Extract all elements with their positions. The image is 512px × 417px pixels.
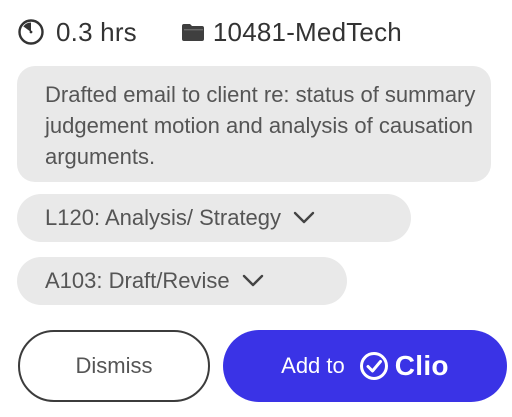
activity-code-label: L120: Analysis/ Strategy — [45, 205, 282, 230]
time-entry-card: 0.3 hrs 10481-MedTech Drafted email to c… — [0, 0, 512, 417]
check-circle-icon — [359, 351, 389, 381]
activity-code-dropdown[interactable]: L120: Analysis/ Strategy — [17, 194, 411, 242]
folder-icon — [181, 22, 205, 42]
chevron-down-icon — [293, 211, 315, 225]
task-code-label: A103: Draft/Revise — [45, 268, 230, 293]
entry-meta: 0.3 hrs 10481-MedTech — [18, 14, 402, 50]
dismiss-button[interactable]: Dismiss — [18, 330, 210, 402]
hours-value: 0.3 hrs — [56, 16, 137, 47]
add-button-label: Add to — [281, 353, 345, 378]
matter-name: 10481-MedTech — [212, 16, 402, 47]
dismiss-button-label: Dismiss — [75, 353, 153, 378]
task-code-dropdown[interactable]: A103: Draft/Revise — [17, 257, 347, 305]
entry-description[interactable]: Drafted email to client re: status of su… — [17, 66, 491, 182]
add-to-clio-button[interactable]: Add to Clio — [223, 330, 507, 402]
hours-display: 0.3 hrs — [18, 17, 137, 48]
chevron-down-icon — [242, 274, 264, 288]
matter-display: 10481-MedTech — [181, 17, 402, 48]
clock-icon — [18, 19, 44, 45]
brand-name: Clio — [394, 350, 449, 381]
